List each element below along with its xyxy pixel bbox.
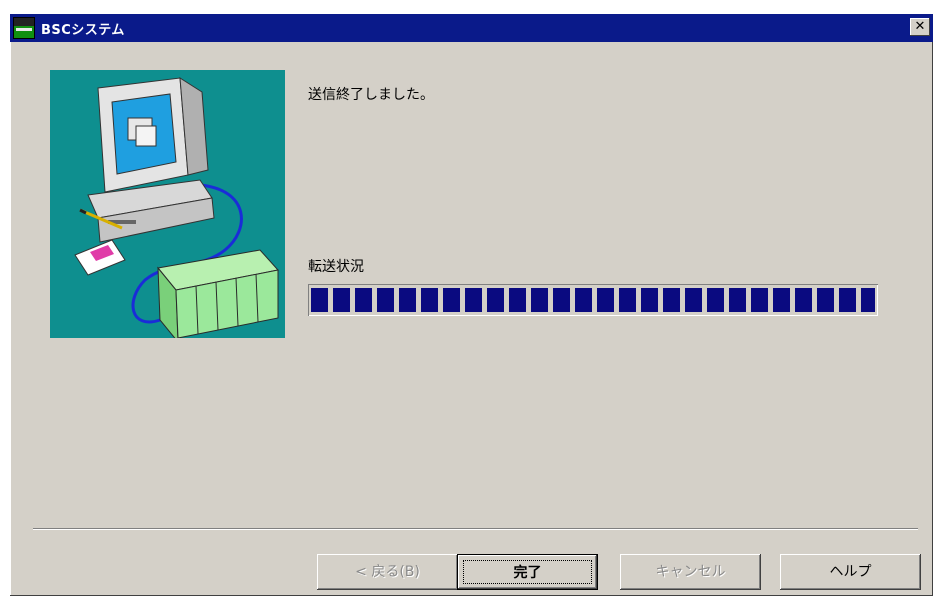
back-button[interactable]: < 戻る(B): [317, 554, 458, 590]
separator: [33, 528, 918, 530]
focus-rect: [463, 560, 592, 584]
help-button[interactable]: ヘルプ: [780, 554, 921, 590]
app-icon: [13, 17, 35, 39]
transfer-status-label: 転送状況: [308, 259, 364, 275]
computer-transfer-illustration: [50, 70, 285, 338]
close-icon: ✕: [914, 19, 926, 34]
progress-fill: [311, 288, 875, 312]
finish-button[interactable]: 完了: [457, 554, 598, 590]
dialog-window: BSCシステム ✕ 送信終了しました。 転送状況 < 戻る(B) 完了 キャンセ…: [10, 14, 933, 596]
cancel-button[interactable]: キャンセル: [620, 554, 761, 590]
close-button[interactable]: ✕: [910, 18, 930, 36]
status-message: 送信終了しました。: [308, 87, 434, 103]
window-title: BSCシステム: [41, 22, 125, 38]
title-bar[interactable]: BSCシステム ✕: [10, 14, 933, 42]
transfer-progress-bar: [308, 284, 878, 316]
